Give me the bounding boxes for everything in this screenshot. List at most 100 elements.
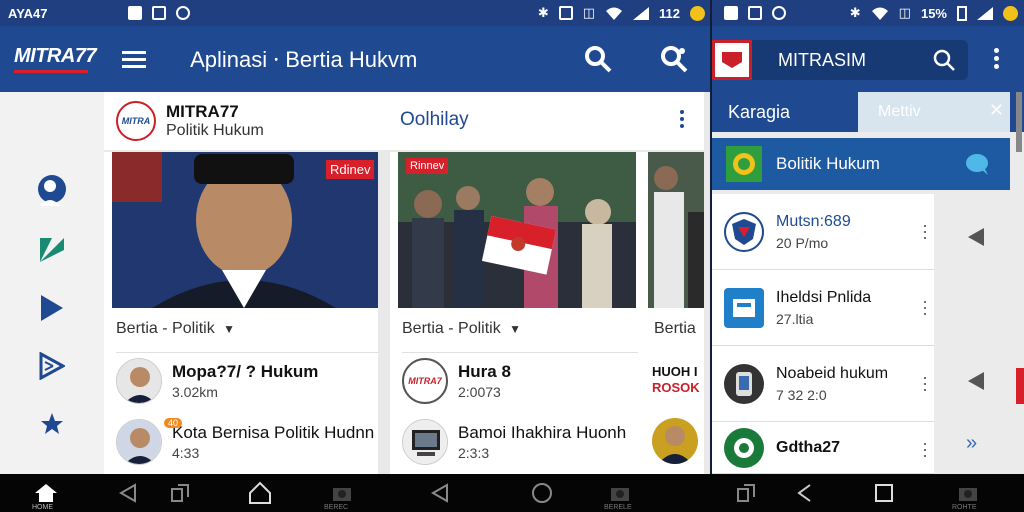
tab-strip: Karagia Mettiv ✕ — [712, 92, 1024, 132]
status-bar-left: AYA47 ✱ ◫ 112 — [0, 0, 710, 26]
chevron-left-icon[interactable] — [792, 482, 816, 504]
search-users-icon[interactable] — [660, 45, 688, 78]
close-icon[interactable]: ✕ — [989, 100, 1004, 121]
list-item[interactable]: Iheldsi Pnlida 27.ltia · · · — [712, 270, 934, 346]
document-icon — [724, 287, 764, 328]
nfc-icon — [558, 6, 573, 20]
app-logo: MITRA77 — [14, 45, 97, 73]
more-options-icon[interactable] — [680, 110, 684, 128]
home-button-icon[interactable] — [248, 481, 272, 504]
item-title: Gdtha27 — [776, 438, 841, 456]
more-options-icon[interactable]: · · · — [922, 292, 928, 322]
edge-tab[interactable] — [1016, 368, 1024, 404]
list-item[interactable]: MITRA7 Hura 8 2:0073 — [402, 352, 638, 408]
flag-icon[interactable] — [32, 230, 72, 270]
search-icon[interactable] — [584, 45, 612, 78]
chevron-down-icon: ▼ — [509, 322, 522, 336]
divider — [710, 0, 712, 474]
recent-apps-icon[interactable] — [168, 482, 192, 504]
left-rail — [0, 92, 104, 474]
left-app-bar: MITRA77 Aplinasi ⸱ Bertia Hukvm — [0, 26, 710, 92]
logo-text: MITRA77 — [14, 45, 97, 67]
right-panel: Karagia Mettiv ✕ Bolitik Hukum Mutsn:689… — [712, 92, 1024, 474]
category-label: Bertia - Politik — [116, 320, 215, 337]
filter-chip[interactable]: Mettiv ✕ — [858, 92, 1010, 132]
category-label: Bertia - Politik — [402, 320, 501, 337]
news-photo[interactable]: Rdinev — [112, 152, 378, 308]
channel-name: MITRA77 — [166, 102, 239, 121]
news-badge: Rdinev — [326, 160, 375, 179]
channel-subtitle: Politik Hukum — [166, 122, 264, 139]
profile-icon[interactable] — [32, 172, 72, 212]
battery-icon — [957, 5, 967, 21]
news-card[interactable]: Bertia HUOH I ROSOK — [648, 152, 704, 474]
list-item[interactable]: Mutsn:689 20 P/mo · · · — [712, 194, 934, 270]
emblem-icon — [724, 427, 764, 468]
overflow-menu-icon[interactable] — [994, 48, 1000, 69]
list-item[interactable]: Mopa?7/ ? Hukum 3.02km — [116, 352, 378, 408]
more-options-icon[interactable]: · · · — [922, 434, 928, 464]
avatar: MITRA7 — [402, 357, 448, 404]
category-selector[interactable]: Bertia - Politik ▼ — [402, 320, 521, 338]
camera-icon[interactable] — [330, 482, 354, 504]
fast-forward-icon[interactable]: » — [966, 432, 977, 455]
overview-icon[interactable] — [872, 482, 896, 504]
avatar — [652, 418, 698, 464]
back-icon[interactable] — [428, 482, 452, 504]
category-selector[interactable]: Bertia - Politik ▼ — [116, 320, 235, 338]
screen: AYA47 ✱ ◫ 112 ✱ ◫ 15% MITRA77 Aplinasi ⸱… — [0, 0, 1024, 512]
category-label: Bertia — [654, 320, 696, 337]
home-label: HOME — [32, 504, 53, 511]
back-arrow-icon[interactable] — [966, 226, 986, 253]
news-photo[interactable]: Rinnev — [398, 152, 636, 308]
camera-icon[interactable] — [956, 482, 980, 504]
badge-icon — [690, 5, 705, 21]
search-circle-icon[interactable] — [530, 482, 554, 504]
item-title: Hura 8 — [458, 361, 511, 381]
status-bar-right: ✱ ◫ 15% — [712, 0, 1024, 26]
avatar — [402, 419, 448, 465]
news-photo[interactable] — [648, 152, 704, 308]
item-meta: 20 P/mo — [776, 234, 829, 251]
list-item[interactable]: Noabeid hukum 7 32 2:0 · · · — [712, 346, 934, 422]
back-icon[interactable] — [116, 482, 140, 504]
play-icon[interactable] — [32, 288, 72, 328]
menu-icon[interactable] — [122, 47, 147, 72]
scrollbar[interactable] — [1016, 92, 1022, 152]
wifi-icon — [605, 7, 623, 20]
list-item[interactable]: 40 Kota Bernisa Politik Hudnn 4:33 — [116, 414, 378, 470]
recent-apps-icon[interactable] — [734, 482, 758, 504]
app-icon — [748, 6, 762, 20]
channel-link[interactable]: Oolhilay — [400, 109, 469, 131]
signal-icon — [633, 6, 650, 20]
badge-icon — [726, 146, 762, 182]
vibrate-icon: ◫ — [582, 5, 596, 20]
item-title: Mopa?7/ ? Hukum — [172, 361, 319, 381]
signal-icon — [977, 6, 993, 20]
item-meta: 27.ltia — [776, 310, 814, 327]
highlight-item[interactable]: Bolitik Hukum — [712, 138, 1010, 190]
channel-header[interactable]: MITRA MITRA77 Politik Hukum Oolhilay — [104, 92, 704, 150]
camera-icon[interactable] — [608, 482, 632, 504]
home-icon[interactable] — [34, 482, 58, 504]
list-item[interactable]: Gdtha27 · · · — [712, 422, 934, 474]
nav-label-3: ROHTE — [952, 504, 977, 511]
item-meta: 2:0073 — [458, 383, 501, 400]
item-title: HUOH I — [652, 364, 698, 379]
chat-icon[interactable] — [964, 152, 990, 181]
news-card[interactable]: Rinnev Bertia - Politik ▼ MITRA7 Hura 8 … — [390, 152, 664, 474]
back-arrow-icon[interactable] — [966, 370, 986, 397]
more-options-icon[interactable]: · · · — [922, 216, 928, 246]
star-icon[interactable] — [32, 404, 72, 444]
news-card[interactable]: Rdinev Bertia - Politik ▼ Mopa?7/ ? Huku… — [104, 152, 378, 474]
search-icon[interactable] — [932, 48, 956, 77]
right-searchbox[interactable]: MITRASIM — [712, 40, 968, 80]
more-options-icon[interactable]: · · · — [922, 368, 928, 398]
list-item[interactable]: Bamoi Ihakhira Huonh 2:3:3 — [402, 414, 638, 470]
vibrate-icon: ◫ — [898, 5, 911, 20]
tab-karagia[interactable]: Karagia — [728, 102, 790, 123]
nav-label-1: BEREC — [324, 504, 349, 511]
chevron-down-icon: ▼ — [223, 322, 236, 336]
share-icon[interactable] — [32, 346, 72, 386]
highlight-label: Bolitik Hukum — [776, 154, 880, 173]
